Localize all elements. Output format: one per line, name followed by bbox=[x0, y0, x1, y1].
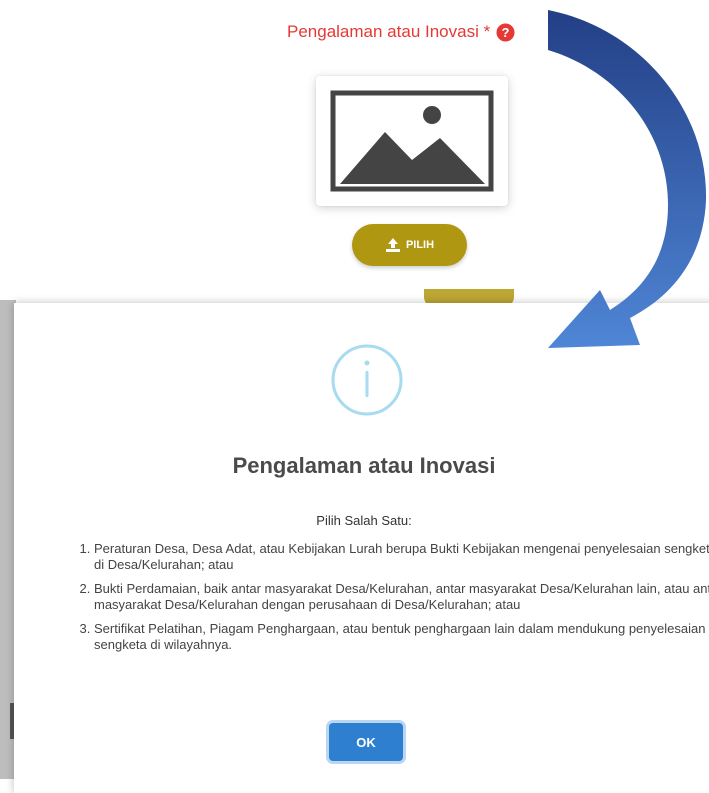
ok-button[interactable]: OK bbox=[329, 723, 403, 761]
info-icon bbox=[331, 344, 403, 416]
requirement-list: Peraturan Desa, Desa Adat, atau Kebijaka… bbox=[76, 541, 709, 661]
dialog-title: Pengalaman atau Inovasi bbox=[232, 453, 496, 478]
svg-text:?: ? bbox=[502, 25, 510, 40]
field-label: Pengalaman atau Inovasi * ? bbox=[287, 22, 515, 42]
image-placeholder-icon bbox=[330, 90, 494, 192]
upload-icon bbox=[385, 238, 400, 252]
question-circle-icon[interactable]: ? bbox=[496, 23, 515, 42]
pilih-upload-button[interactable]: PILIH bbox=[352, 224, 467, 266]
list-item: Sertifikat Pelatihan, Piagam Penghargaan… bbox=[94, 621, 709, 653]
field-label-text: Pengalaman atau Inovasi * bbox=[287, 22, 491, 41]
image-preview[interactable] bbox=[316, 76, 508, 206]
dialog-subtitle: Pilih Salah Satu: bbox=[316, 513, 412, 528]
info-dialog: Pengalaman atau Inovasi Pilih Salah Satu… bbox=[14, 303, 709, 793]
list-item: Bukti Perdamaian, baik antar masyarakat … bbox=[94, 581, 709, 613]
list-item: Peraturan Desa, Desa Adat, atau Kebijaka… bbox=[94, 541, 709, 573]
pilih-label: PILIH bbox=[405, 239, 435, 251]
